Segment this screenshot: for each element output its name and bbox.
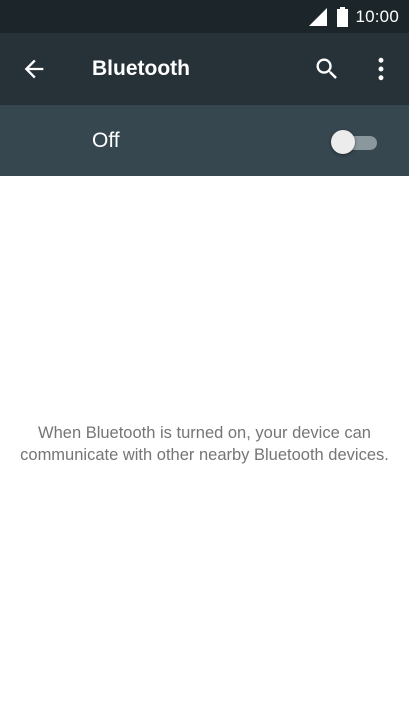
status-icons: 10:00	[308, 0, 399, 33]
search-icon[interactable]	[313, 55, 341, 83]
toggle-thumb	[331, 130, 355, 154]
status-bar: 10:00	[0, 0, 409, 33]
toolbar: Bluetooth	[0, 33, 409, 105]
bluetooth-state-label: Off	[92, 129, 120, 152]
more-vert-icon[interactable]	[367, 55, 395, 83]
page-title: Bluetooth	[92, 57, 190, 80]
bluetooth-master-switch-bar[interactable]: Off	[0, 105, 409, 176]
back-arrow-icon[interactable]	[20, 55, 48, 83]
cell-signal-icon	[309, 7, 328, 26]
empty-state-message: When Bluetooth is turned on, your device…	[20, 424, 389, 464]
status-time: 10:00	[355, 6, 399, 26]
bluetooth-toggle[interactable]	[331, 130, 379, 154]
battery-icon	[337, 6, 349, 27]
